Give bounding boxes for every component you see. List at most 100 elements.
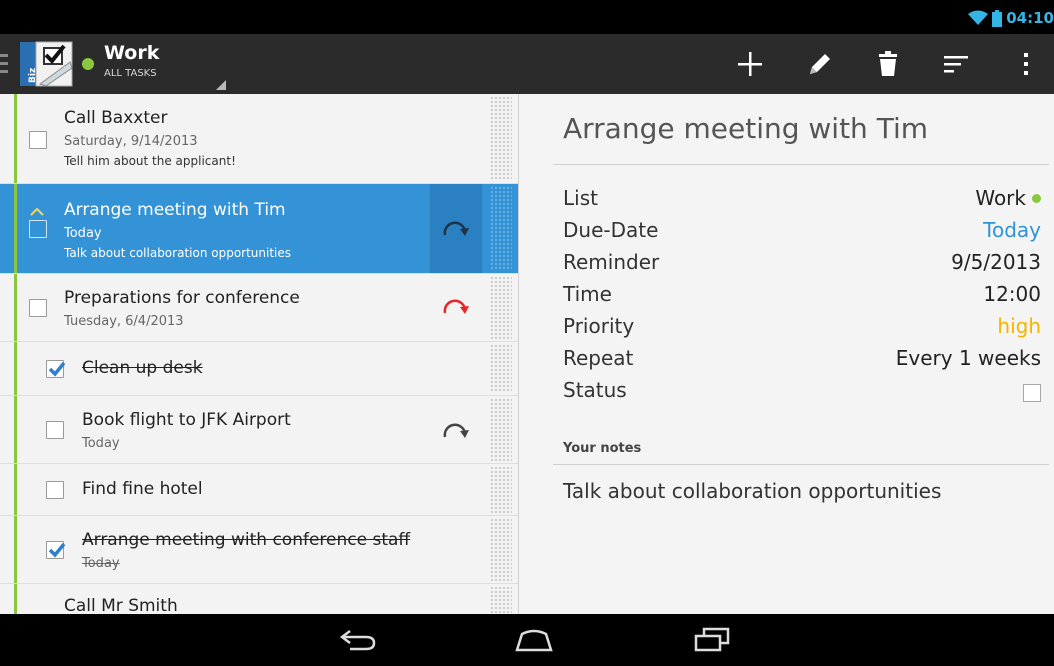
task-checkbox[interactable] [29, 220, 47, 238]
divider [553, 464, 1049, 465]
field-label: Priority [563, 314, 635, 338]
task-checkbox-checked[interactable] [46, 541, 66, 559]
sort-icon [944, 56, 968, 73]
divider [553, 164, 1049, 165]
task-checkbox-checked[interactable] [46, 360, 66, 378]
detail-row-list[interactable]: List Work [563, 186, 1041, 218]
task-date: Tuesday, 6/4/2013 [64, 314, 184, 329]
status-icons: 04:10 [968, 9, 1054, 27]
sort-button[interactable] [932, 40, 980, 88]
add-task-button[interactable] [726, 40, 774, 88]
task-date: Today [82, 436, 120, 451]
field-label: Time [563, 282, 612, 306]
edit-task-button[interactable] [796, 40, 844, 88]
field-label: Due-Date [563, 218, 659, 242]
task-title: Book flight to JFK Airport [82, 410, 291, 430]
navigation-bar [0, 614, 1054, 666]
dropdown-caret-icon[interactable] [216, 80, 226, 90]
field-label: List [563, 186, 598, 210]
detail-row-reminder[interactable]: Reminder 9/5/2013 [563, 250, 1041, 282]
detail-row-priority[interactable]: Priority high [563, 314, 1041, 346]
svg-text:Biz: Biz [28, 68, 38, 83]
task-note: Talk about collaboration opportunities [64, 246, 292, 260]
notes-text[interactable]: Talk about collaboration opportunities [563, 479, 941, 503]
recent-apps-button[interactable] [684, 620, 740, 660]
drag-handle[interactable] [490, 518, 512, 581]
task-detail-panel: Arrange meeting with Tim List Work Due-D… [518, 94, 1054, 614]
list-filter[interactable]: ALL TASKS [104, 68, 157, 80]
task-row[interactable]: Clean up desk [0, 342, 518, 396]
home-button[interactable] [506, 620, 562, 660]
task-checkbox[interactable] [29, 131, 47, 149]
delete-icon [879, 51, 897, 76]
drag-handle[interactable] [490, 186, 512, 271]
home-icon [515, 629, 553, 652]
task-date: Saturday, 9/14/2013 [64, 134, 198, 149]
task-title: Find fine hotel [82, 479, 203, 499]
task-checkbox[interactable] [46, 421, 64, 439]
task-title: Arrange meeting with conference staff [82, 530, 411, 550]
delete-task-button[interactable] [864, 40, 912, 88]
task-row[interactable]: Find fine hotel [0, 464, 518, 516]
status-time: 04:10 [1006, 9, 1054, 27]
task-row-selected[interactable]: Arrange meeting with Tim Today Talk abou… [0, 184, 518, 274]
status-bar: 04:10 [0, 0, 1054, 34]
repeat-icon[interactable] [440, 416, 470, 446]
back-button[interactable] [330, 620, 386, 660]
battery-icon [992, 9, 1003, 27]
app-icon[interactable]: Biz [0, 40, 74, 88]
list-color-dot [1032, 193, 1041, 203]
detail-row-repeat[interactable]: Repeat Every 1 weeks [563, 346, 1041, 378]
checkmark-icon [48, 361, 66, 377]
overflow-icon [1024, 53, 1028, 75]
drag-handle[interactable] [490, 344, 512, 393]
repeat-icon-red[interactable] [440, 292, 470, 322]
status-checkbox[interactable] [1023, 384, 1041, 402]
detail-row-due-date[interactable]: Due-Date Today [563, 218, 1041, 250]
task-row[interactable]: Preparations for conference Tuesday, 6/4… [0, 274, 518, 342]
task-list: Call Baxxter Saturday, 9/14/2013 Tell hi… [0, 94, 518, 614]
task-row[interactable]: Call Baxxter Saturday, 9/14/2013 Tell hi… [0, 94, 518, 184]
task-title: Arrange meeting with Tim [64, 200, 286, 220]
drag-handle[interactable] [490, 466, 512, 513]
task-title: Preparations for conference [64, 288, 300, 308]
detail-row-status[interactable]: Status [563, 378, 1041, 410]
field-label: Reminder [563, 250, 660, 274]
task-row[interactable]: Arrange meeting with conference staff To… [0, 516, 518, 584]
field-label: Repeat [563, 346, 634, 370]
task-date: Today [82, 556, 120, 571]
priority-value: high [997, 314, 1041, 338]
time-value: 12:00 [983, 282, 1041, 306]
drag-handle[interactable] [490, 586, 512, 614]
add-icon [738, 52, 762, 76]
task-note: Tell him about the applicant! [64, 154, 236, 168]
drag-handle[interactable] [490, 276, 512, 339]
reminder-value: 9/5/2013 [951, 250, 1041, 274]
task-checkbox[interactable] [29, 299, 47, 317]
notes-label: Your notes [563, 441, 642, 456]
checkmark-icon [48, 542, 66, 558]
due-date-value: Today [983, 218, 1041, 242]
wifi-icon [968, 10, 989, 25]
task-row[interactable]: Call Mr Smith [0, 584, 518, 614]
overflow-menu-button[interactable] [1002, 40, 1050, 88]
task-row[interactable]: Book flight to JFK Airport Today [0, 396, 518, 464]
list-color-dot [82, 58, 94, 70]
edit-icon [810, 54, 830, 74]
task-title: Call Baxxter [64, 108, 168, 128]
list-value: Work [975, 186, 1026, 210]
back-icon [339, 630, 376, 651]
task-checkbox[interactable] [46, 481, 64, 499]
task-title: Clean up desk [82, 358, 203, 378]
collapse-arrow-icon[interactable] [30, 208, 44, 216]
drag-handle[interactable] [490, 96, 512, 181]
detail-title: Arrange meeting with Tim [563, 112, 928, 145]
repeat-value: Every 1 weeks [895, 346, 1041, 370]
field-label: Status [563, 378, 627, 402]
task-title: Call Mr Smith [64, 596, 178, 614]
recent-apps-icon [694, 627, 730, 652]
detail-row-time[interactable]: Time 12:00 [563, 282, 1041, 314]
list-title[interactable]: Work [104, 42, 159, 64]
drag-handle[interactable] [490, 398, 512, 461]
repeat-icon[interactable] [440, 214, 470, 244]
